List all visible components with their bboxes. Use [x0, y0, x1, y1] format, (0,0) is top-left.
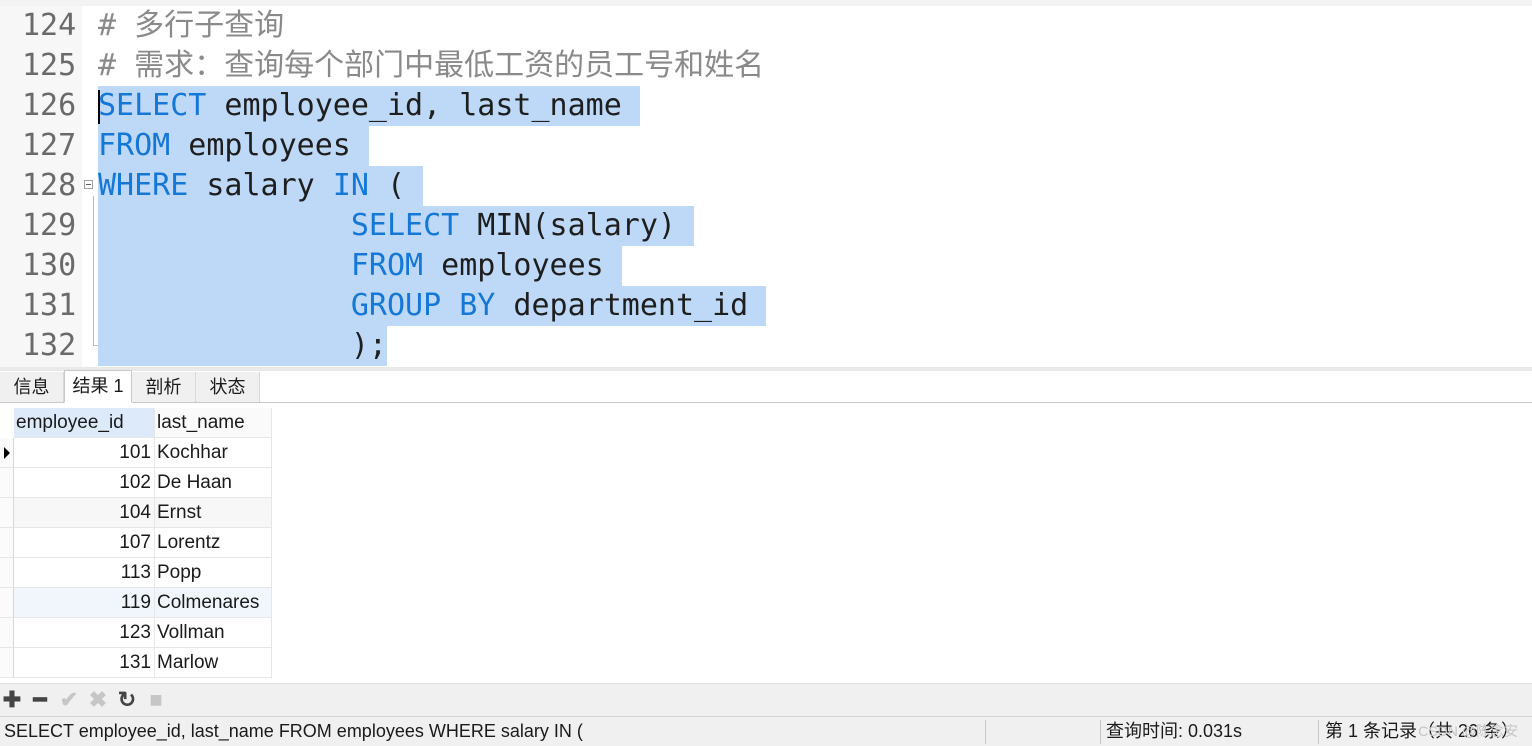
sql-keyword: SELECT	[98, 88, 207, 123]
delete-record-icon[interactable]: ━	[28, 688, 52, 712]
status-bar: SELECT employee_id, last_name FROM emplo…	[0, 716, 1532, 746]
sql-keyword: GROUP BY	[350, 288, 496, 323]
cell-last-name[interactable]: Marlow	[155, 648, 272, 678]
row-indicator[interactable]	[0, 498, 14, 528]
code-line: 132 );	[0, 326, 1532, 366]
status-separator	[1318, 720, 1319, 744]
stop-icon[interactable]: ■	[144, 688, 168, 712]
sql-text: MIN(salary)	[459, 208, 695, 243]
code-text[interactable]: GROUP BY department_id	[98, 286, 767, 326]
cell-last-name[interactable]: Vollman	[155, 618, 272, 648]
column-header-employee-id[interactable]: employee_id	[14, 408, 155, 438]
cell-employee-id[interactable]: 131	[14, 648, 155, 678]
line-number: 129	[22, 208, 77, 243]
row-indicator[interactable]	[0, 588, 14, 618]
cell-last-name[interactable]: Colmenares	[155, 588, 272, 618]
discard-changes-icon[interactable]: ✖	[86, 688, 110, 712]
code-text[interactable]: FROM employees	[98, 246, 622, 286]
sql-editor[interactable]: 124 # 多行子查询 125 # 需求：查询每个部门中最低工资的员工号和姓名 126 S…	[0, 0, 1532, 367]
text-caret	[98, 90, 100, 124]
cell-last-name[interactable]: De Haan	[155, 468, 272, 498]
line-number: 124	[22, 8, 77, 43]
result-tab-bar: 信息 结果 1 剖析 状态	[0, 370, 1532, 403]
line-number: 131	[22, 288, 77, 323]
code-text[interactable]: );	[98, 326, 387, 366]
status-query-time: 查询时间: 0.031s	[1106, 721, 1243, 741]
row-indicator[interactable]	[0, 618, 14, 648]
cell-employee-id[interactable]: 123	[14, 618, 155, 648]
code-text[interactable]: FROM employees	[98, 126, 369, 166]
cell-last-name[interactable]: Ernst	[155, 498, 272, 528]
line-number: 126	[22, 88, 77, 123]
code-line: 131 GROUP BY department_id	[0, 286, 1532, 326]
row-indicator[interactable]	[0, 528, 14, 558]
sql-text: (	[368, 168, 424, 203]
cell-employee-id[interactable]: 113	[14, 558, 155, 588]
grid-corner	[0, 408, 14, 438]
code-line: 124 # 多行子查询	[0, 6, 1532, 46]
sql-keyword: WHERE	[98, 168, 189, 203]
tab-profile[interactable]: 剖析	[132, 372, 196, 402]
status-query-text: SELECT employee_id, last_name FROM emplo…	[4, 721, 583, 741]
current-row-indicator-icon[interactable]	[0, 438, 14, 468]
sql-text: );	[350, 328, 387, 363]
code-line: 129 SELECT MIN(salary)	[0, 206, 1532, 246]
tab-status[interactable]: 状态	[196, 372, 260, 402]
sql-keyword: SELECT	[350, 208, 460, 243]
sql-text: employees	[170, 128, 369, 163]
code-line: 126 SELECT employee_id, last_name	[0, 86, 1532, 126]
refresh-icon[interactable]: ↻	[115, 688, 139, 712]
cell-employee-id[interactable]: 107	[14, 528, 155, 558]
tab-info[interactable]: 信息	[0, 372, 64, 402]
code-text[interactable]: SELECT employee_id, last_name	[98, 86, 640, 126]
sql-keyword: IN	[332, 168, 369, 203]
status-separator	[985, 720, 986, 744]
sql-text: salary	[188, 168, 333, 203]
row-indicator[interactable]	[0, 468, 14, 498]
sql-comment: # 多行子查询	[98, 8, 285, 43]
sql-keyword: FROM	[350, 248, 424, 283]
line-number: 132	[22, 328, 77, 363]
row-indicator[interactable]	[0, 648, 14, 678]
code-line: 128 WHERE salary IN (	[0, 166, 1532, 206]
tab-result-1[interactable]: 结果 1	[64, 370, 132, 403]
code-text[interactable]: SELECT MIN(salary)	[98, 206, 695, 246]
apply-changes-icon[interactable]: ✔	[57, 688, 81, 712]
sql-text: employees	[423, 248, 622, 283]
cell-last-name[interactable]: Popp	[155, 558, 272, 588]
sql-text: employee_id, last_name	[206, 88, 640, 123]
status-separator	[1100, 720, 1101, 744]
line-number: 127	[22, 128, 77, 163]
sql-keyword: FROM	[98, 128, 171, 163]
watermark-text: CSDN @陈念安	[1418, 723, 1518, 739]
code-text[interactable]: # 多行子查询	[98, 6, 284, 46]
code-line: 127 FROM employees	[0, 126, 1532, 166]
cell-employee-id[interactable]: 119	[14, 588, 155, 618]
column-header-last-name[interactable]: last_name	[155, 408, 272, 438]
code-text[interactable]: WHERE salary IN (	[98, 166, 424, 206]
code-line: 130 FROM employees	[0, 246, 1532, 286]
cell-employee-id[interactable]: 104	[14, 498, 155, 528]
sql-text: department_id	[495, 288, 767, 323]
add-record-icon[interactable]: ✚	[0, 688, 24, 712]
cell-employee-id[interactable]: 102	[14, 468, 155, 498]
cell-last-name[interactable]: Lorentz	[155, 528, 272, 558]
code-text[interactable]: # 需求：查询每个部门中最低工资的员工号和姓名	[98, 46, 764, 86]
line-number: 130	[22, 248, 77, 283]
sql-comment: # 需求：查询每个部门中最低工资的员工号和姓名	[98, 48, 765, 83]
result-grid-area: employee_id last_name 101 Kochhar 102 De Ha…	[0, 403, 1532, 683]
line-number: 125	[22, 48, 77, 83]
line-number: 128	[22, 168, 77, 203]
row-indicator[interactable]	[0, 558, 14, 588]
grid-toolbar: ✚ ━ ✔ ✖ ↻ ■	[0, 683, 1532, 716]
code-line: 125 # 需求：查询每个部门中最低工资的员工号和姓名	[0, 46, 1532, 86]
cell-employee-id[interactable]: 101	[14, 438, 155, 468]
cell-last-name[interactable]: Kochhar	[155, 438, 272, 468]
